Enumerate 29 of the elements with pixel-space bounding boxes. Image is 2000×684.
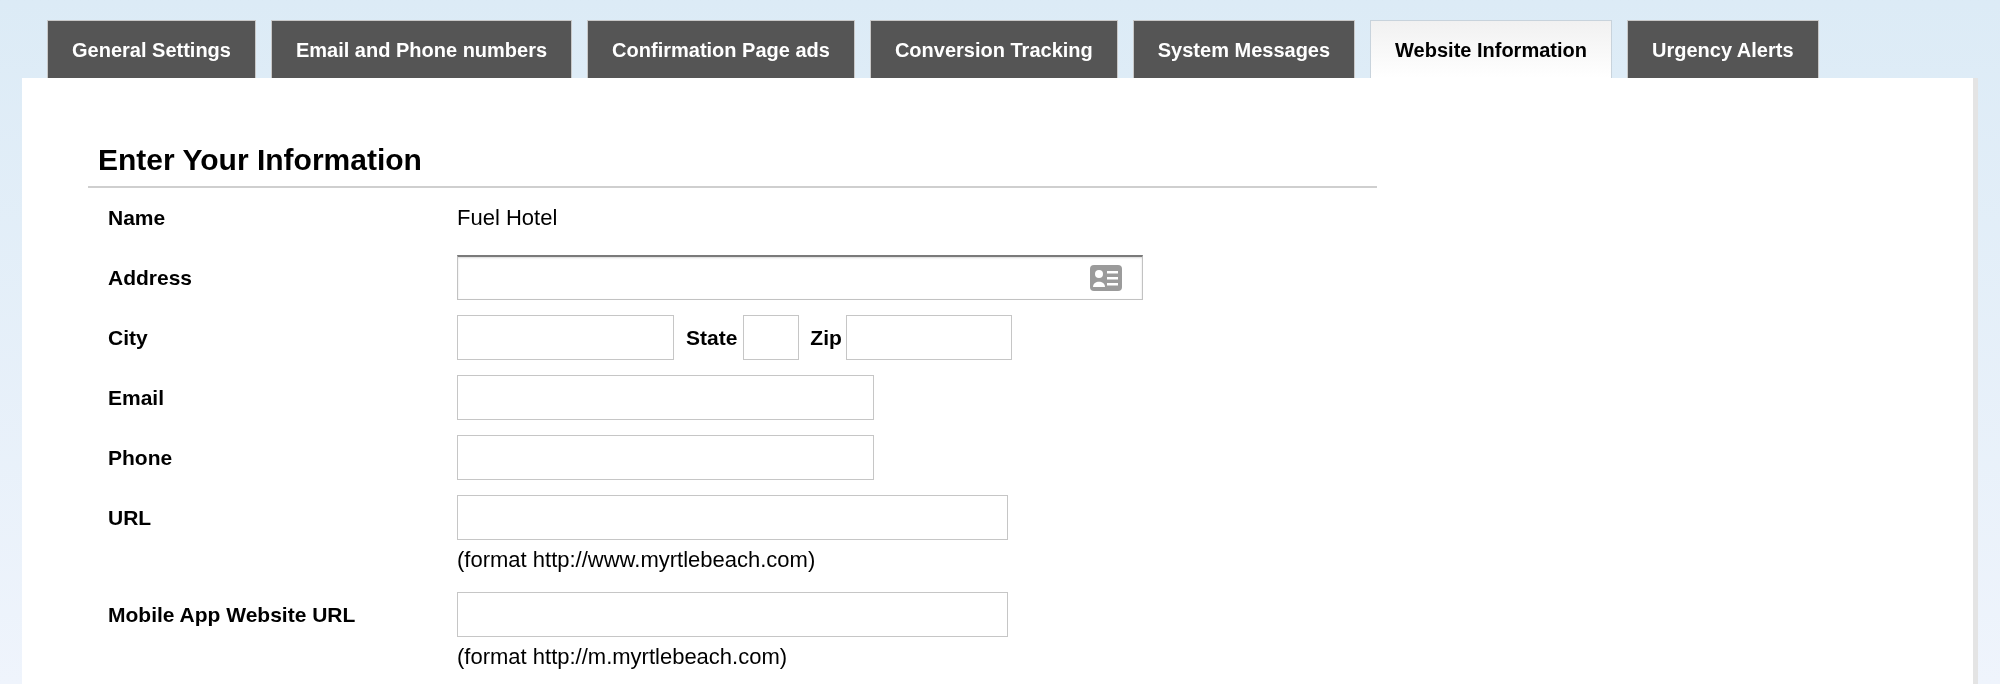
field-label: Name <box>108 204 166 231</box>
input-field[interactable] <box>457 592 1008 637</box>
field-value: Fuel Hotel <box>457 204 558 232</box>
address-input-field[interactable] <box>457 255 1143 300</box>
field-label: Zip <box>810 324 842 351</box>
city-input-field[interactable] <box>457 315 674 360</box>
tab[interactable]: Website Information <box>1370 20 1612 78</box>
tab[interactable]: System Messages <box>1132 20 1356 78</box>
section-heading: Enter Your Information <box>98 142 422 178</box>
field-label: Email <box>108 384 165 411</box>
field-label: City <box>108 324 148 351</box>
input-field[interactable] <box>457 375 874 420</box>
format-hint: (format http://www.myrtlebeach.com) <box>457 547 816 573</box>
field-label: Address <box>108 264 193 291</box>
contact-card-icon[interactable] <box>1090 265 1122 291</box>
state-input-field[interactable] <box>743 315 800 360</box>
tab[interactable]: Urgency Alerts <box>1626 20 1819 78</box>
field-label: State <box>686 324 738 351</box>
format-hint: (format http://m.myrtlebeach.com) <box>457 644 788 670</box>
field-label: URL <box>108 504 152 531</box>
tab[interactable]: General Settings <box>47 20 256 78</box>
input-field[interactable] <box>457 435 874 480</box>
tab[interactable]: Confirmation Page ads <box>587 20 855 78</box>
input-field[interactable] <box>457 495 1008 540</box>
field-label: Mobile App Website URL <box>108 601 356 628</box>
tab[interactable]: Email and Phone numbers <box>270 20 573 78</box>
tab[interactable]: Conversion Tracking <box>869 20 1118 78</box>
field-label: Phone <box>108 444 173 471</box>
zip-input-field[interactable] <box>845 315 1012 360</box>
